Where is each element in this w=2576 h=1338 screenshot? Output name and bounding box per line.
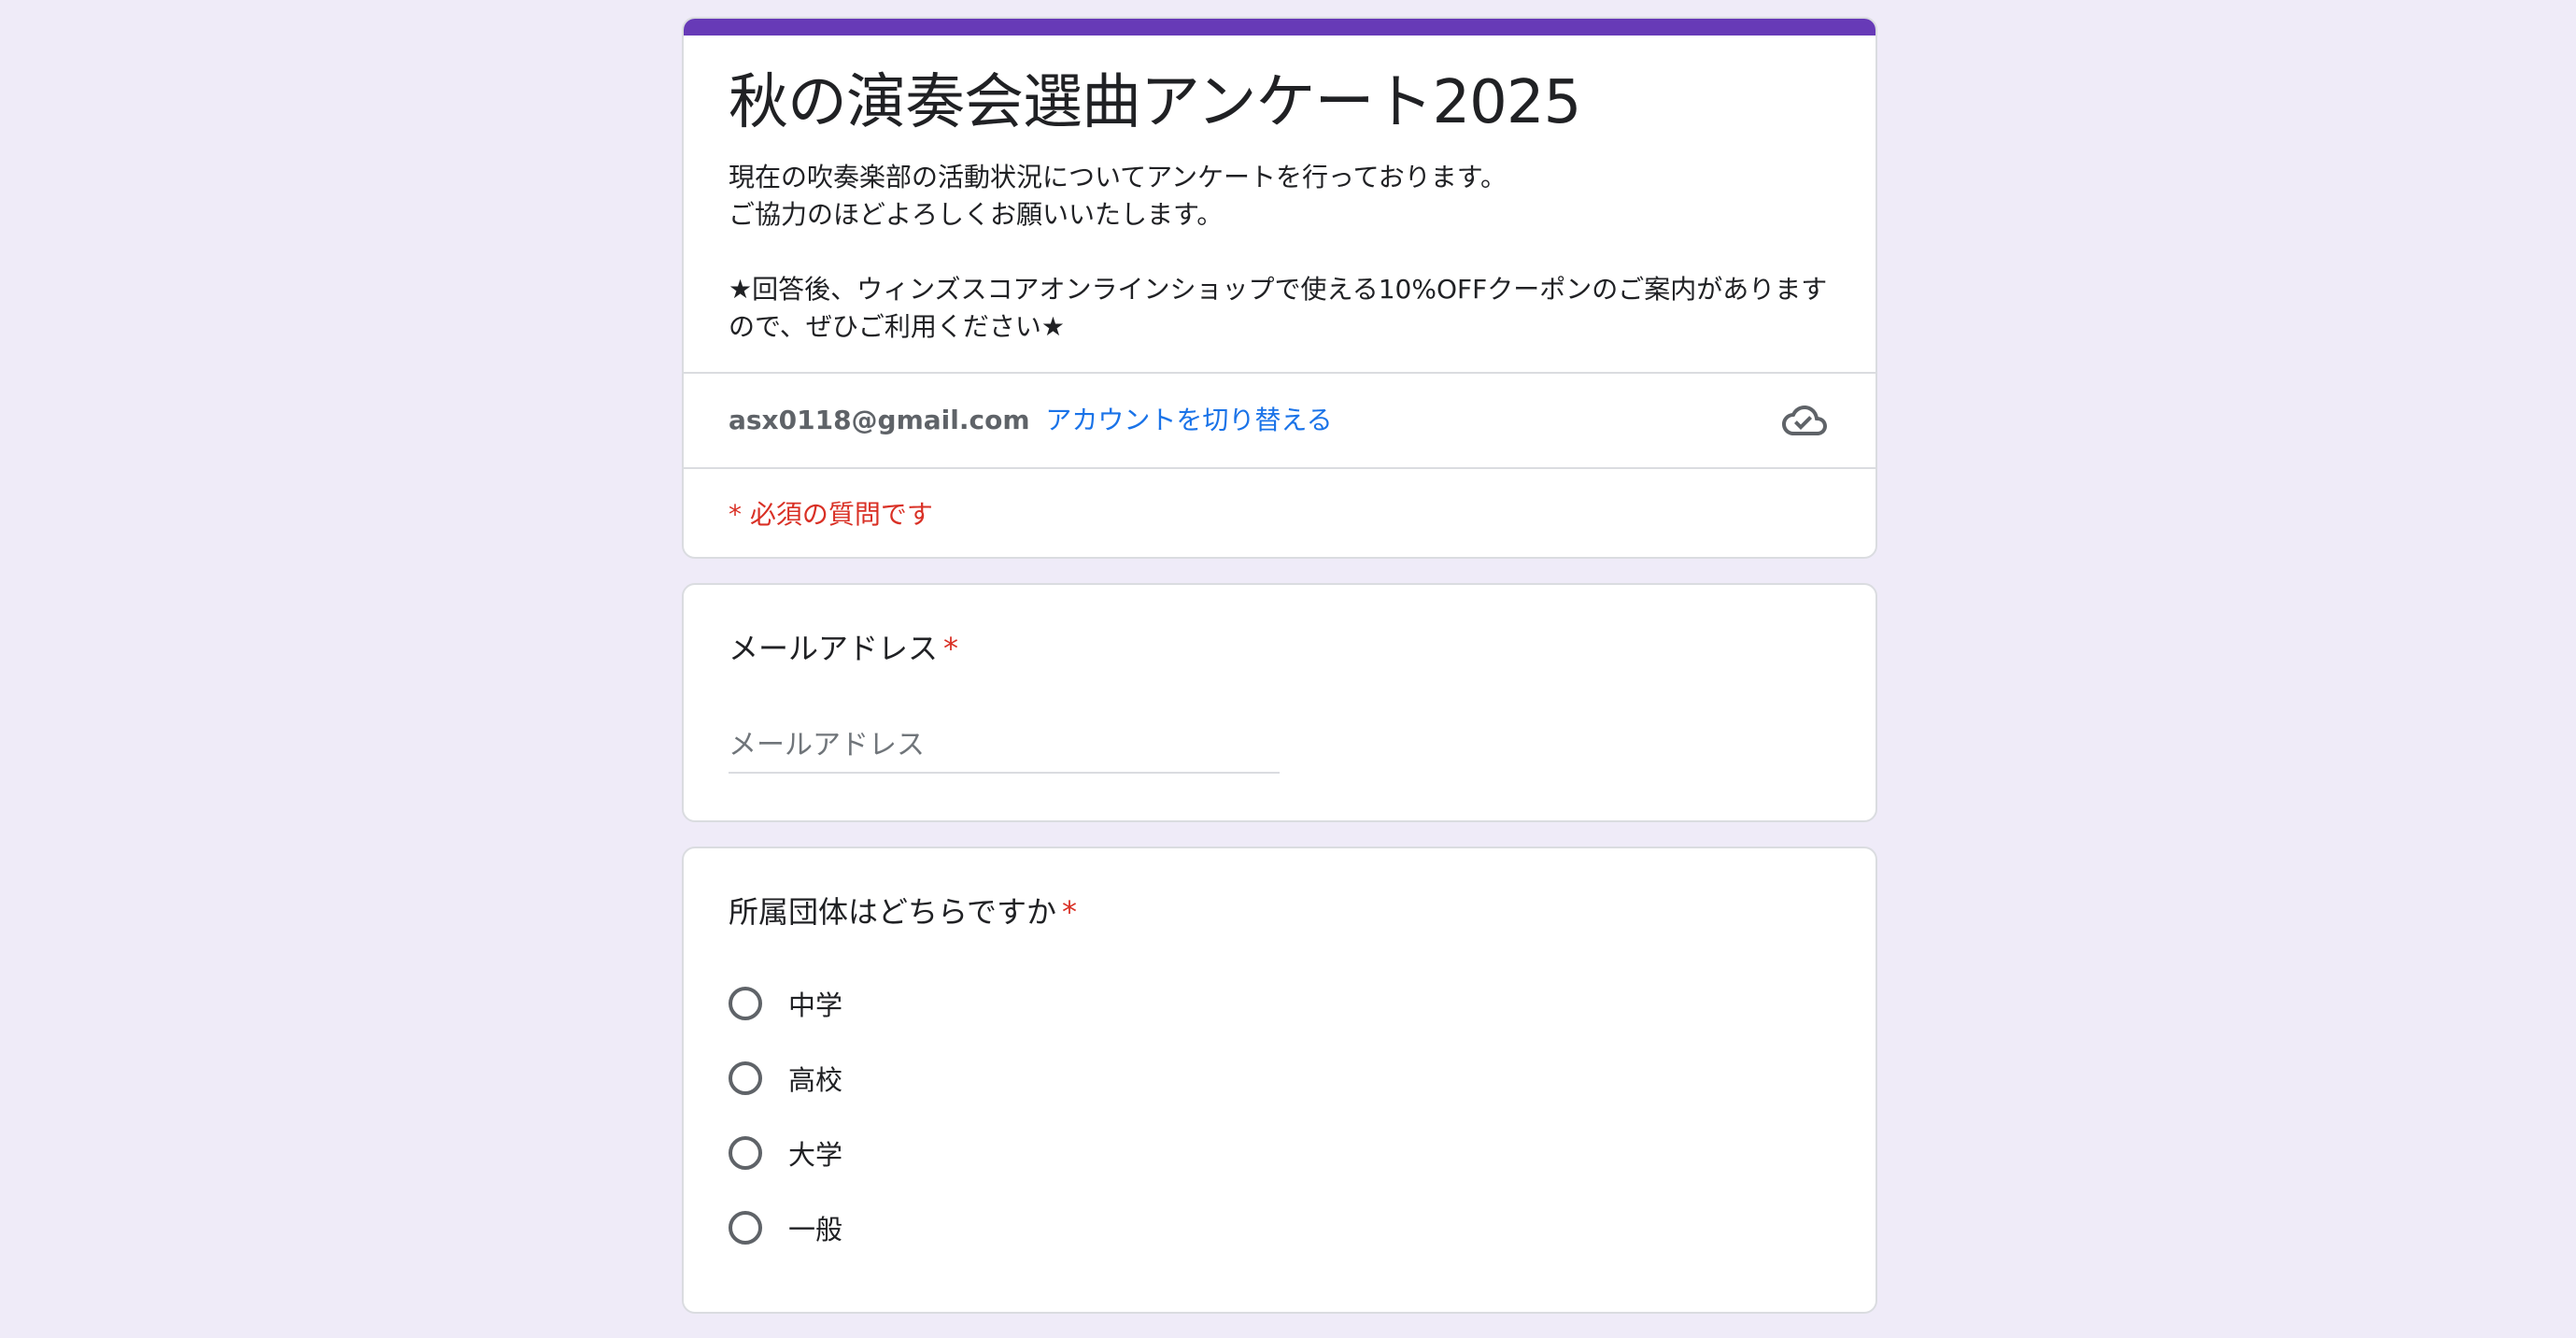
- cloud-done-icon[interactable]: [1782, 398, 1827, 443]
- email-input[interactable]: [729, 725, 1280, 774]
- radio-option-high-school[interactable]: 高校: [729, 1041, 1831, 1116]
- radio-button[interactable]: [729, 1061, 762, 1095]
- question-card-email: メールアドレス *: [682, 583, 1877, 822]
- form-title: 秋の演奏会選曲アンケート2025: [729, 68, 1581, 137]
- radio-button[interactable]: [729, 1136, 762, 1170]
- account-info: asx0118@gmail.com アカウントを切り替える: [729, 402, 1333, 439]
- question-title: メールアドレス *: [729, 628, 1831, 669]
- switch-account-link[interactable]: アカウントを切り替える: [1045, 405, 1332, 435]
- account-email: asx0118@gmail.com: [729, 405, 1030, 435]
- required-mark: *: [943, 631, 959, 666]
- radio-button[interactable]: [729, 987, 762, 1020]
- required-note: * 必須の質問です: [729, 499, 933, 530]
- title-section: 秋の演奏会選曲アンケート2025 現在の吹奏楽部の活動状況についてアンケートを行…: [684, 36, 1875, 372]
- question-label: 所属団体はどちらですか: [729, 894, 1057, 930]
- question-card-affiliation: 所属団体はどちらですか * 中学 高校 大学 一般: [682, 847, 1877, 1314]
- option-label: 中学: [788, 989, 843, 1021]
- accent-bar: [684, 19, 1875, 36]
- radio-group: 中学 高校 大学 一般: [729, 966, 1831, 1265]
- account-row: asx0118@gmail.com アカウントを切り替える: [684, 374, 1875, 467]
- option-label: 高校: [788, 1064, 843, 1096]
- question-title: 所属団体はどちらですか *: [729, 891, 1831, 932]
- form-description: 現在の吹奏楽部の活動状況についてアンケートを行っております。 ご協力のほどよろし…: [729, 162, 1828, 342]
- radio-option-general[interactable]: 一般: [729, 1190, 1831, 1265]
- option-label: 大学: [788, 1139, 843, 1171]
- radio-option-junior-high[interactable]: 中学: [729, 966, 1831, 1041]
- radio-button[interactable]: [729, 1211, 762, 1245]
- form-header-card: 秋の演奏会選曲アンケート2025 現在の吹奏楽部の活動状況についてアンケートを行…: [682, 17, 1877, 559]
- option-label: 一般: [788, 1214, 843, 1245]
- radio-option-university[interactable]: 大学: [729, 1116, 1831, 1190]
- required-mark: *: [1062, 894, 1078, 930]
- form-container: 秋の演奏会選曲アンケート2025 現在の吹奏楽部の活動状況についてアンケートを行…: [682, 17, 1877, 1338]
- question-label: メールアドレス: [729, 631, 939, 666]
